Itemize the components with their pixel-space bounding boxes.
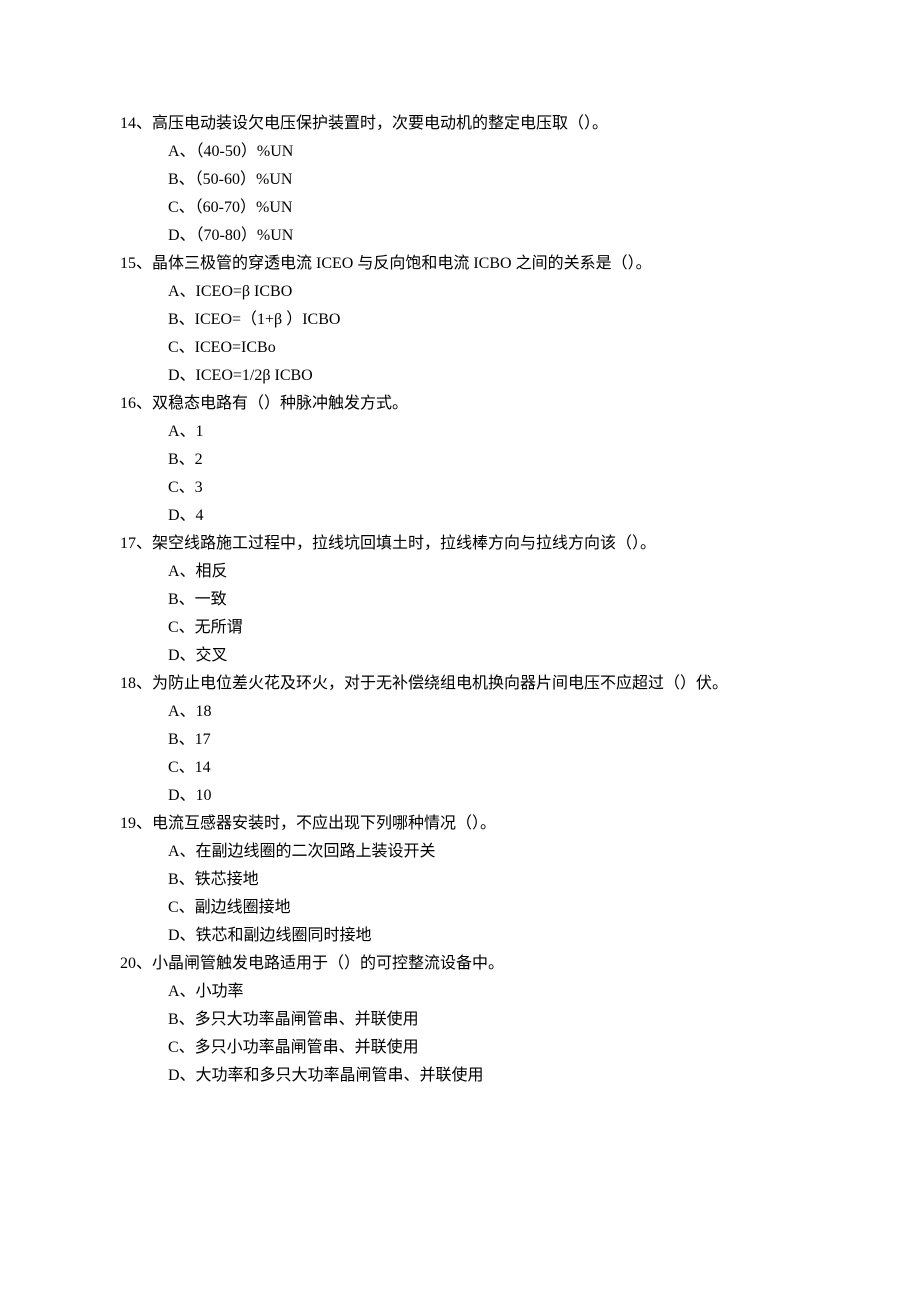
option-b: B、2 bbox=[120, 446, 800, 474]
question-number: 15、 bbox=[120, 255, 152, 272]
option-c: C、副边线圈接地 bbox=[120, 894, 800, 922]
question-number: 17、 bbox=[120, 535, 152, 552]
option-d: D、大功率和多只大功率晶闸管串、并联使用 bbox=[120, 1062, 800, 1090]
option-d: D、10 bbox=[120, 782, 800, 810]
question-text: 19、电流互感器安装时，不应出现下列哪种情况（）。 bbox=[120, 810, 800, 838]
question-text: 14、高压电动装设欠电压保护装置时，次要电动机的整定电压取（）。 bbox=[120, 110, 800, 138]
question-number: 20、 bbox=[120, 955, 152, 972]
question-text: 17、架空线路施工过程中，拉线坑回填土时，拉线棒方向与拉线方向该（）。 bbox=[120, 530, 800, 558]
option-d: D、交叉 bbox=[120, 642, 800, 670]
option-c: C、无所谓 bbox=[120, 614, 800, 642]
question-body: 架空线路施工过程中，拉线坑回填土时，拉线棒方向与拉线方向该（）。 bbox=[152, 535, 656, 552]
option-a: A、ICEO=β ICBO bbox=[120, 278, 800, 306]
question-block-15: 15、晶体三极管的穿透电流 ICEO 与反向饱和电流 ICBO 之间的关系是（）… bbox=[120, 250, 800, 390]
question-number: 14、 bbox=[120, 115, 152, 132]
question-number: 19、 bbox=[120, 815, 152, 832]
question-number: 18、 bbox=[120, 675, 152, 692]
option-a: A、小功率 bbox=[120, 978, 800, 1006]
option-b: B、铁芯接地 bbox=[120, 866, 800, 894]
option-c: C、ICEO=ICBo bbox=[120, 334, 800, 362]
option-c: C、多只小功率晶闸管串、并联使用 bbox=[120, 1034, 800, 1062]
question-block-18: 18、为防止电位差火花及环火，对于无补偿绕组电机换向器片间电压不应超过（）伏。 … bbox=[120, 670, 800, 810]
option-b: B、一致 bbox=[120, 586, 800, 614]
option-d: D、铁芯和副边线圈同时接地 bbox=[120, 922, 800, 950]
option-c: C、（60-70）%UN bbox=[120, 194, 800, 222]
question-text: 16、双稳态电路有（）种脉冲触发方式。 bbox=[120, 390, 800, 418]
question-body: 电流互感器安装时，不应出现下列哪种情况（）。 bbox=[152, 815, 496, 832]
option-c: C、14 bbox=[120, 754, 800, 782]
question-block-17: 17、架空线路施工过程中，拉线坑回填土时，拉线棒方向与拉线方向该（）。 A、相反… bbox=[120, 530, 800, 670]
question-block-20: 20、小晶闸管触发电路适用于（）的可控整流设备中。 A、小功率 B、多只大功率晶… bbox=[120, 950, 800, 1090]
question-block-14: 14、高压电动装设欠电压保护装置时，次要电动机的整定电压取（）。 A、（40-5… bbox=[120, 110, 800, 250]
question-block-19: 19、电流互感器安装时，不应出现下列哪种情况（）。 A、在副边线圈的二次回路上装… bbox=[120, 810, 800, 950]
option-a: A、1 bbox=[120, 418, 800, 446]
question-text: 20、小晶闸管触发电路适用于（）的可控整流设备中。 bbox=[120, 950, 800, 978]
question-body: 为防止电位差火花及环火，对于无补偿绕组电机换向器片间电压不应超过（）伏。 bbox=[152, 675, 728, 692]
question-body: 晶体三极管的穿透电流 ICEO 与反向饱和电流 ICBO 之间的关系是（）。 bbox=[152, 255, 652, 272]
option-b: B、多只大功率晶闸管串、并联使用 bbox=[120, 1006, 800, 1034]
question-block-16: 16、双稳态电路有（）种脉冲触发方式。 A、1 B、2 C、3 D、4 bbox=[120, 390, 800, 530]
option-a: A、在副边线圈的二次回路上装设开关 bbox=[120, 838, 800, 866]
question-body: 小晶闸管触发电路适用于（）的可控整流设备中。 bbox=[152, 955, 504, 972]
option-b: B、ICEO=（1+β ）ICBO bbox=[120, 306, 800, 334]
option-d: D、4 bbox=[120, 502, 800, 530]
option-b: B、（50-60）%UN bbox=[120, 166, 800, 194]
option-d: D、（70-80）%UN bbox=[120, 222, 800, 250]
option-a: A、18 bbox=[120, 698, 800, 726]
option-a: A、相反 bbox=[120, 558, 800, 586]
question-text: 15、晶体三极管的穿透电流 ICEO 与反向饱和电流 ICBO 之间的关系是（）… bbox=[120, 250, 800, 278]
option-d: D、ICEO=1/2β ICBO bbox=[120, 362, 800, 390]
question-text: 18、为防止电位差火花及环火，对于无补偿绕组电机换向器片间电压不应超过（）伏。 bbox=[120, 670, 800, 698]
option-c: C、3 bbox=[120, 474, 800, 502]
question-body: 双稳态电路有（）种脉冲触发方式。 bbox=[152, 395, 408, 412]
option-a: A、（40-50）%UN bbox=[120, 138, 800, 166]
question-number: 16、 bbox=[120, 395, 152, 412]
question-body: 高压电动装设欠电压保护装置时，次要电动机的整定电压取（）。 bbox=[152, 115, 608, 132]
option-b: B、17 bbox=[120, 726, 800, 754]
